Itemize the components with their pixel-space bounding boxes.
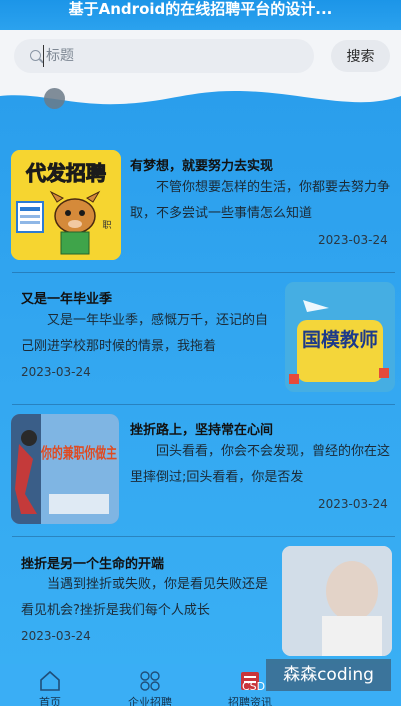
nav-label-jobs: 企业招聘 — [128, 696, 172, 706]
watermark: 森森coding — [266, 659, 391, 691]
news-date: 2023-03-24 — [21, 365, 91, 379]
news-title: 有梦想，就要努力去实现 — [130, 159, 274, 174]
nav-item-home[interactable]: 首页 — [0, 664, 100, 706]
thumbnail-caption: 代发招聘 — [25, 161, 106, 185]
news-date: 2023-03-24 — [318, 497, 388, 511]
search-button[interactable]: 搜索 — [331, 40, 390, 72]
thumbnail-caption: 你的兼职你做主 — [40, 444, 117, 462]
news-summary: 回头看看，你会不会发现，曾经的你在这里摔倒过;回头看看，你是否发 — [130, 444, 390, 485]
watermark-prefix: CSD — [242, 680, 266, 693]
news-date: 2023-03-24 — [318, 233, 388, 247]
news-summary: 又是一年毕业季，感慨万千，还记的自己刚进学校那时候的情景，我拖着 — [21, 313, 269, 354]
news-title: 又是一年毕业季 — [21, 292, 113, 307]
news-item[interactable]: 代发招聘 职 有梦想，就要努力去实现 不管你想要怎样的生活，你都要去努力争取，不… — [0, 140, 401, 272]
news-thumbnail: 代发招聘 职 — [11, 150, 121, 260]
news-title: 挫折是另一个生命的开端 — [21, 557, 165, 572]
nav-label-home: 首页 — [39, 696, 61, 706]
thumbnail-caption: 国模教师 — [302, 328, 378, 351]
search-bar: 搜索 — [0, 30, 401, 90]
news-item[interactable]: 你的兼职你做主 挫折路上，坚持常在心间 回头看看，你会不会发现，曾经的你在这里摔… — [0, 404, 401, 536]
app-title-bar: 基于Android的在线招聘平台的设计... — [0, 0, 401, 30]
news-item[interactable]: 挫折是另一个生命的开端 当遇到挫折或失败，你是看见失败还是看见机会?挫折是我们每… — [0, 536, 401, 668]
app-title: 基于Android的在线招聘平台的设计... — [68, 0, 333, 18]
news-summary: 当遇到挫折或失败，你是看见失败还是看见机会?挫折是我们每个人成长 — [21, 577, 269, 618]
search-input[interactable] — [43, 45, 293, 67]
search-box[interactable] — [14, 39, 314, 73]
floating-drag-handle[interactable] — [44, 88, 65, 109]
svg-text:职: 职 — [102, 220, 111, 231]
nav-label-news: 招聘资讯 — [228, 696, 272, 706]
nav-item-jobs[interactable]: 企业招聘 — [100, 664, 200, 706]
search-icon — [30, 50, 41, 61]
news-thumbnail: 国模教师 — [285, 282, 395, 392]
news-summary: 不管你想要怎样的生活，你都要去努力争取，不多尝试一些事情怎么知道 — [130, 180, 390, 221]
news-title: 挫折路上，坚持常在心间 — [130, 423, 274, 438]
news-thumbnail: 你的兼职你做主 — [11, 414, 119, 524]
grid-icon — [140, 671, 160, 691]
news-item[interactable]: 又是一年毕业季 又是一年毕业季，感慨万千，还记的自己刚进学校那时候的情景，我拖着… — [0, 272, 401, 404]
news-thumbnail — [282, 546, 392, 656]
home-icon — [40, 670, 60, 691]
news-date: 2023-03-24 — [21, 629, 91, 643]
